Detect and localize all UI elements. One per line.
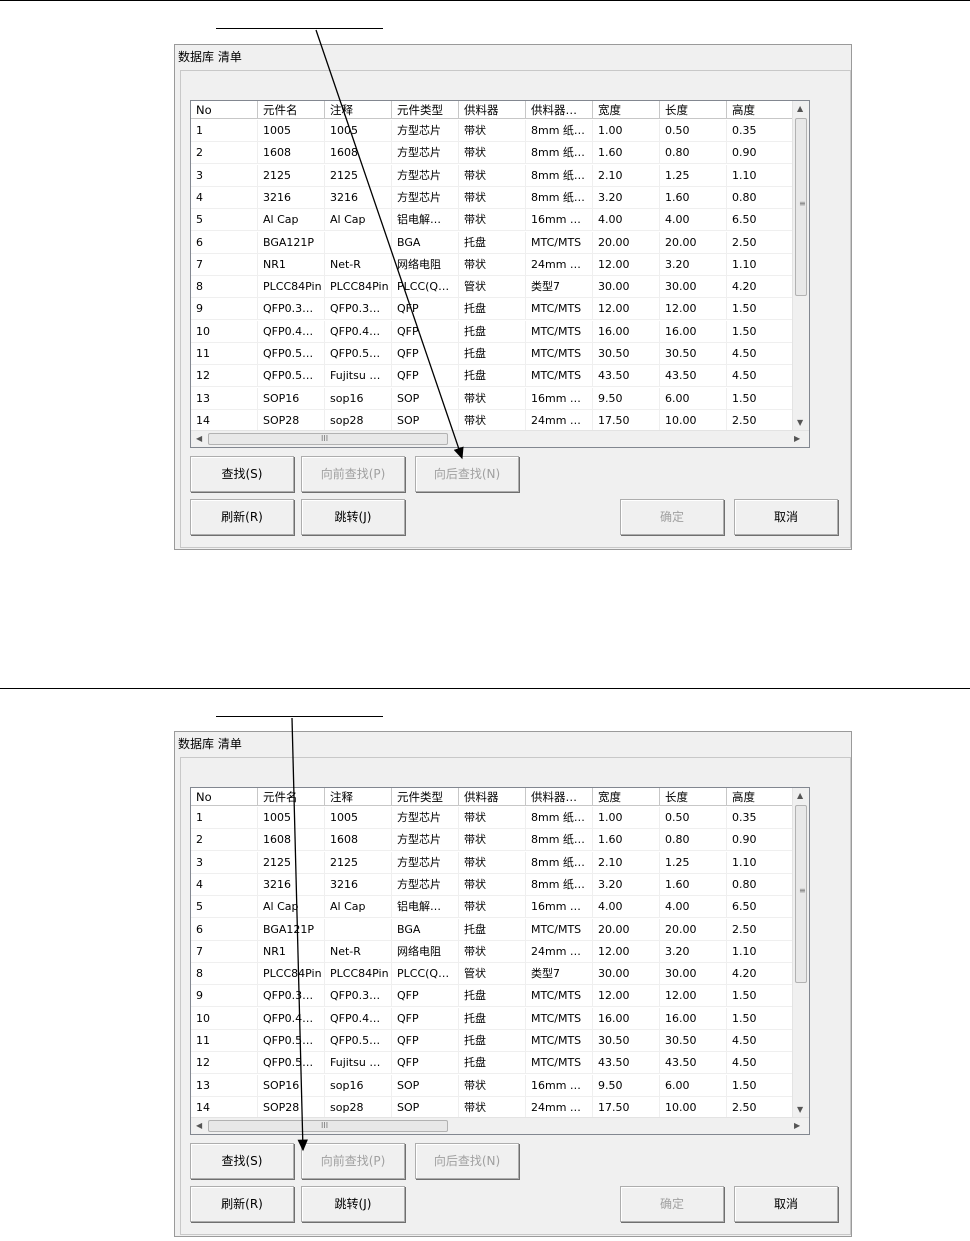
annotation-arrow-to-find-next (315, 29, 464, 460)
annotation-arrow-to-find (291, 717, 308, 1152)
annotation-arrows (291, 29, 464, 1152)
